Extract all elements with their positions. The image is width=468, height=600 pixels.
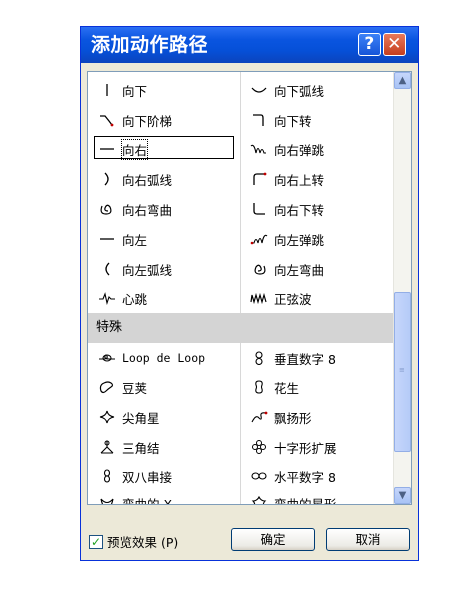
list-item-down[interactable]: 向下: [96, 79, 147, 101]
list-item-curve-right[interactable]: 向右弯曲: [96, 198, 172, 220]
section-header-special: 特殊: [88, 313, 394, 343]
turn-down-right-icon: [248, 201, 270, 217]
help-button[interactable]: ?: [358, 33, 381, 56]
step-down-icon: [96, 112, 118, 128]
cross-expand-icon: [248, 439, 270, 455]
preview-checkbox-row[interactable]: ✓ 预览效果 (P): [89, 532, 178, 551]
line-down-icon: [96, 82, 118, 98]
line-left-icon: [96, 231, 118, 247]
list-item-triangle-knot[interactable]: 三角结: [96, 436, 160, 458]
line-right-icon: [96, 141, 118, 157]
pointed-star-icon: [96, 409, 118, 425]
list-item-double-eight[interactable]: 双八串接: [96, 465, 172, 487]
curvy-x-icon: [96, 495, 118, 504]
curvy-star-icon: [248, 495, 270, 504]
vertical-scrollbar[interactable]: ▲ ≡ ▼: [393, 72, 411, 504]
double-eight-icon: [96, 468, 118, 484]
list-item-heartbeat[interactable]: 心跳: [96, 287, 147, 309]
add-motion-path-dialog: 添加动作路径 ? ✕ 向下 向下阶梯 向右 向右弧线 向右弯曲 向左 向左弧线 …: [80, 26, 419, 561]
title-bar[interactable]: 添加动作路径 ? ✕: [81, 27, 418, 63]
list-item-curve-left[interactable]: 向左弯曲: [248, 258, 324, 280]
list-item-bounce-left[interactable]: 向左弹跳: [248, 228, 324, 250]
turn-up-right-icon: [248, 171, 270, 187]
curve-right-icon: [96, 201, 118, 217]
list-item-pointed-star[interactable]: 尖角星: [96, 406, 160, 428]
list-item-bean[interactable]: 豆荚: [96, 376, 147, 398]
ok-button[interactable]: 确定: [231, 528, 315, 551]
close-button[interactable]: ✕: [383, 33, 406, 56]
arc-left-icon: [96, 261, 118, 277]
loop-icon: [96, 350, 118, 366]
list-item-flutter[interactable]: 飘扬形: [248, 406, 312, 428]
scroll-grip-icon: ≡: [399, 366, 405, 374]
cancel-button[interactable]: 取消: [326, 528, 410, 551]
arc-right-icon: [96, 171, 118, 187]
preview-checkbox[interactable]: ✓: [89, 534, 103, 549]
list-item-turn-down[interactable]: 向下转: [248, 109, 312, 131]
list-item-right[interactable]: 向右: [96, 138, 149, 160]
peanut-icon: [248, 379, 270, 395]
list-item-cross-expand[interactable]: 十字形扩展: [248, 436, 337, 458]
list-item-curvy-x[interactable]: 弯曲的 X: [96, 492, 172, 504]
bounce-right-icon: [248, 141, 270, 157]
list-item-horizontal-eight[interactable]: 水平数字 8: [248, 465, 336, 487]
scroll-up-button[interactable]: ▲: [394, 72, 411, 89]
list-item-arc-left[interactable]: 向左弧线: [96, 258, 172, 280]
list-item-turn-down-right[interactable]: 向右下转: [248, 198, 324, 220]
list-item-vertical-eight[interactable]: 垂直数字 8: [248, 347, 336, 369]
dialog-title: 添加动作路径: [91, 34, 209, 56]
list-item-turn-up-right[interactable]: 向右上转: [248, 168, 324, 190]
list-item-loop-de-loop[interactable]: Loop de Loop: [96, 347, 205, 369]
motion-path-list[interactable]: 向下 向下阶梯 向右 向右弧线 向右弯曲 向左 向左弧线 心跳 向下弧线 向下转…: [87, 71, 412, 505]
flutter-icon: [248, 409, 270, 425]
bounce-left-icon: [248, 231, 270, 247]
sine-wave-icon: [248, 290, 270, 306]
preview-label: 预览效果 (P): [107, 535, 179, 550]
scroll-thumb[interactable]: ≡: [394, 292, 411, 452]
list-item-left[interactable]: 向左: [96, 228, 147, 250]
horizontal-eight-icon: [248, 468, 270, 484]
turn-down-icon: [248, 112, 270, 128]
bean-icon: [96, 379, 118, 395]
triangle-knot-icon: [96, 439, 118, 455]
arc-down-icon: [248, 82, 270, 98]
list-item-curvy-star[interactable]: 弯曲的星形: [248, 492, 337, 504]
list-item-bounce-right[interactable]: 向右弹跳: [248, 138, 324, 160]
list-item-arc-right[interactable]: 向右弧线: [96, 168, 172, 190]
scroll-down-button[interactable]: ▼: [394, 487, 411, 504]
list-item-sine-wave[interactable]: 正弦波: [248, 287, 312, 309]
curve-left-icon: [248, 261, 270, 277]
list-item-arc-down[interactable]: 向下弧线: [248, 79, 324, 101]
list-item-step-down[interactable]: 向下阶梯: [96, 109, 172, 131]
list-item-peanut[interactable]: 花生: [248, 376, 299, 398]
column-divider: [240, 72, 241, 504]
heartbeat-icon: [96, 290, 118, 306]
vertical-eight-icon: [248, 350, 270, 366]
